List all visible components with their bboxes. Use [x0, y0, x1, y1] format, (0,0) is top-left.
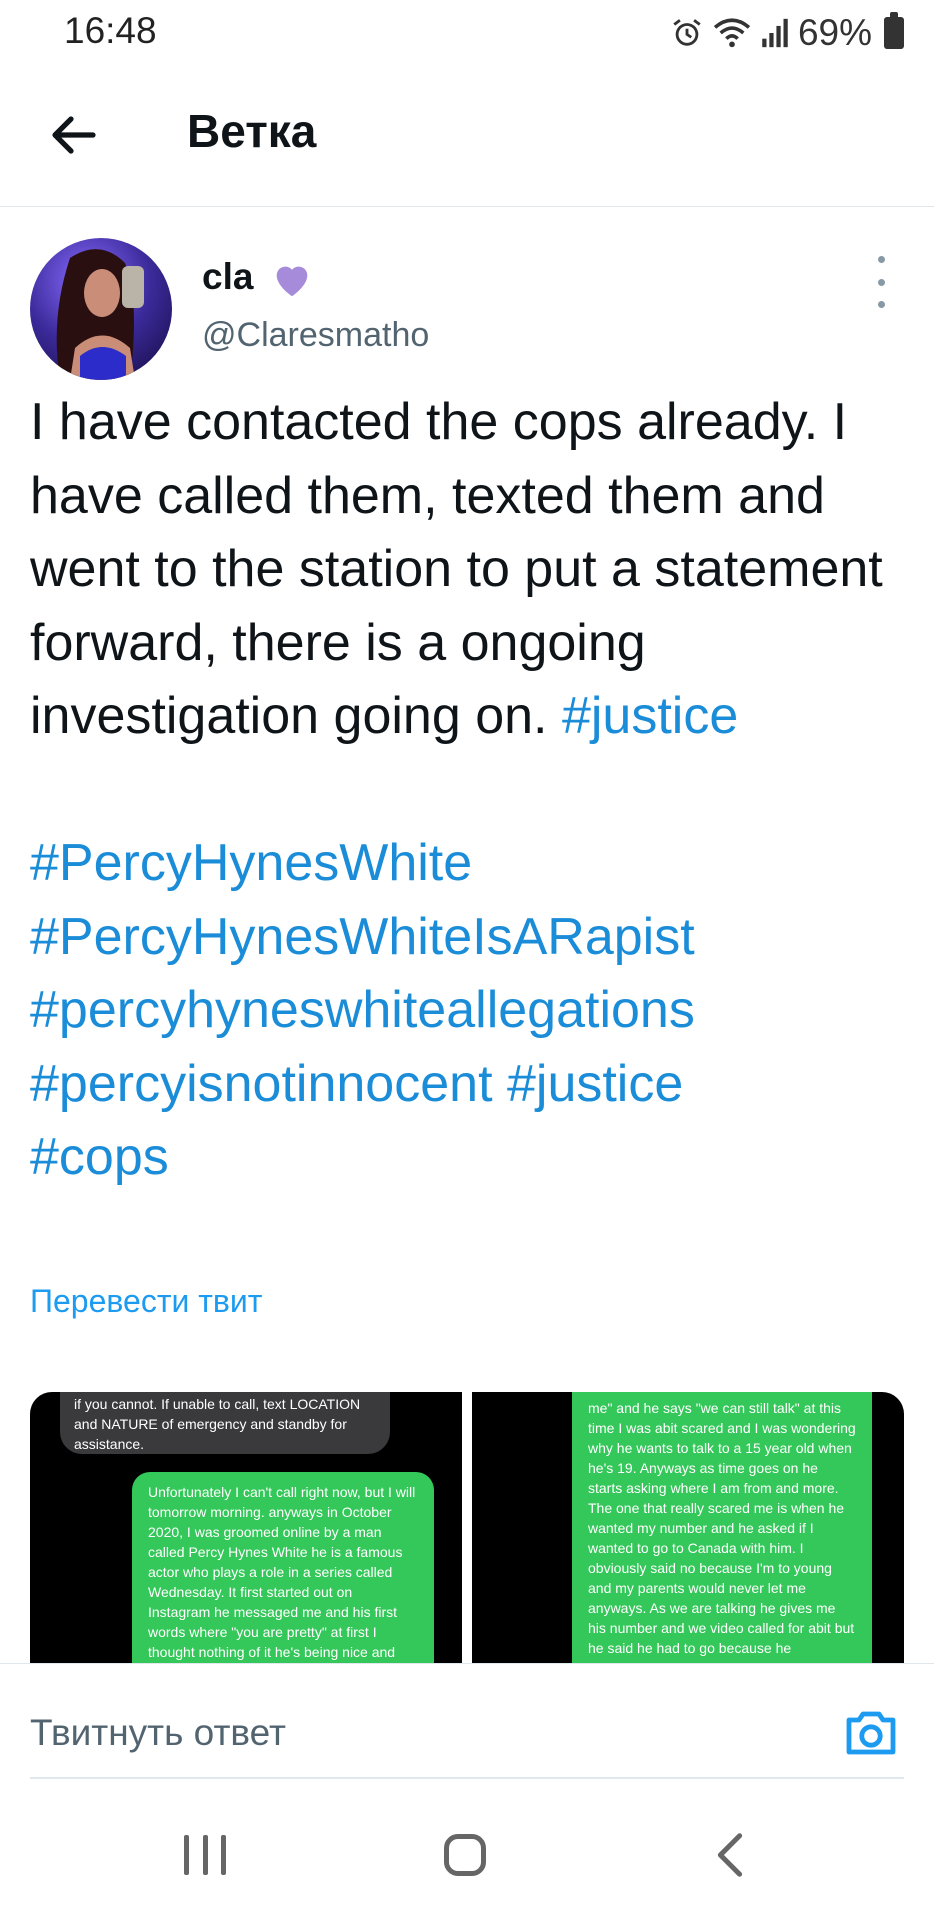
back-icon[interactable] [710, 1830, 750, 1880]
reply-underline [30, 1777, 904, 1779]
status-icons: 69% [670, 10, 904, 56]
author-handle[interactable]: @Claresmatho [202, 316, 429, 355]
battery-percent: 69% [797, 12, 872, 53]
avatar[interactable] [30, 238, 172, 380]
purple-heart-icon [269, 256, 315, 302]
arrow-left-icon [52, 116, 96, 154]
media-image-2[interactable]: me" and he says "we can still talk" at t… [472, 1392, 904, 1664]
header-divider [0, 206, 934, 207]
battery-icon [884, 12, 904, 49]
hashtag-link[interactable]: #percyhyneswhiteallegations [30, 981, 695, 1039]
hashtag-link[interactable]: #justice [562, 687, 738, 745]
status-time: 16:48 [64, 10, 157, 51]
signal-icon [762, 18, 788, 48]
hashtag-link[interactable]: #percyisnotinnocent [30, 1055, 493, 1113]
hashtag-link[interactable]: #PercyHynesWhiteIsARapist [30, 908, 695, 966]
translate-tweet-link[interactable]: Перевести твит [30, 1283, 262, 1320]
message-bubble-sent: Unfortunately I can't call right now, bu… [132, 1472, 434, 1664]
back-button[interactable] [40, 102, 106, 168]
hashtag-link[interactable]: #justice [507, 1055, 683, 1113]
camera-icon[interactable] [843, 1706, 899, 1758]
reply-input[interactable]: Твитнуть ответ [30, 1712, 286, 1754]
reply-divider [0, 1663, 934, 1664]
tweet-text: I have contacted the cops already. I hav… [30, 386, 910, 1195]
wifi-icon [713, 18, 751, 48]
home-icon[interactable] [444, 1834, 486, 1876]
recent-apps-icon[interactable] [184, 1832, 226, 1878]
hashtag-link[interactable]: #cops [30, 1128, 169, 1186]
media-image-1[interactable]: if you cannot. If unable to call, text L… [30, 1392, 462, 1664]
more-options-icon[interactable] [866, 256, 896, 308]
page-title: Ветка [187, 105, 317, 157]
tweet-body: I have contacted the cops already. I hav… [30, 393, 898, 745]
hashtag-link[interactable]: #PercyHynesWhite [30, 834, 472, 892]
author-name[interactable]: cla [202, 256, 253, 298]
message-bubble-sent: me" and he says "we can still talk" at t… [572, 1392, 872, 1664]
alarm-icon [673, 19, 701, 46]
tweet-media: if you cannot. If unable to call, text L… [30, 1392, 904, 1664]
message-bubble-received: if you cannot. If unable to call, text L… [60, 1392, 390, 1454]
